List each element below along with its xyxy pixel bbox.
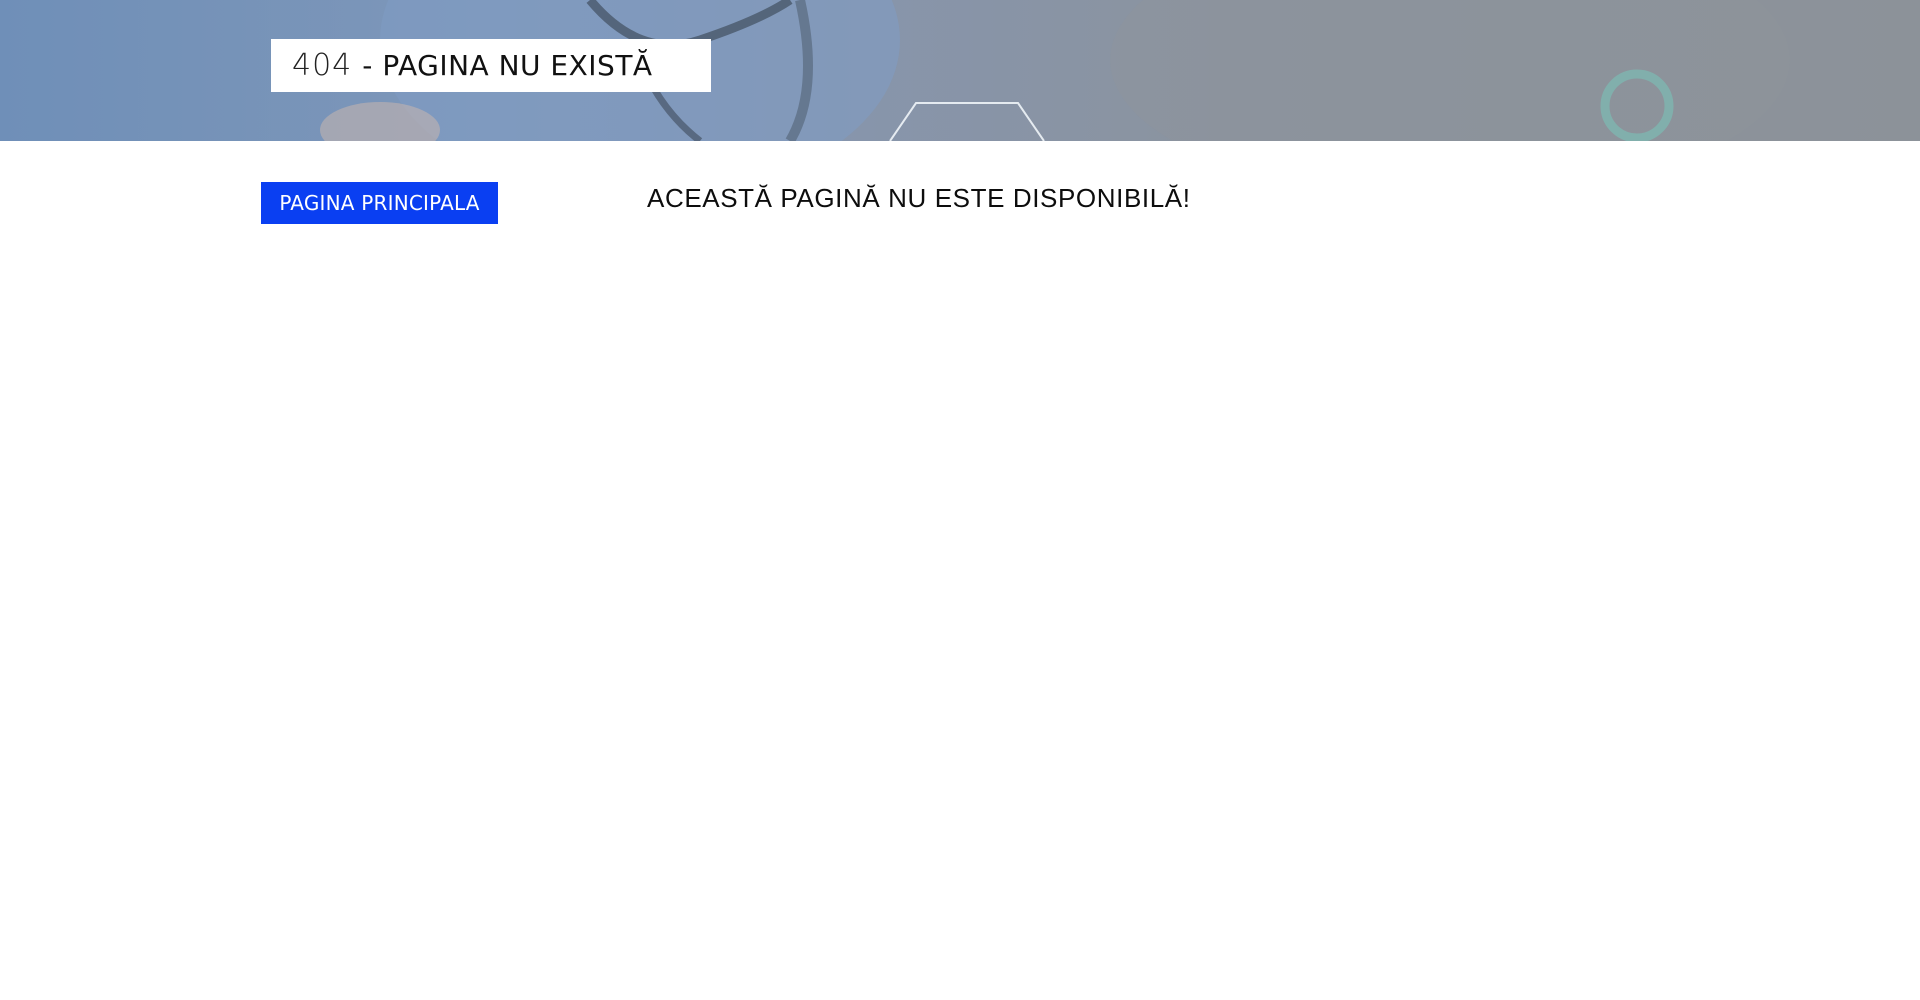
not-available-message: ACEASTĂ PAGINĂ NU ESTE DISPONIBILĂ! [647, 183, 1191, 213]
home-page-button[interactable]: PAGINA PRINCIPALA [261, 182, 498, 224]
page-title-box: 404 - PAGINA NU EXISTĂ [271, 39, 711, 92]
page-title: PAGINA NU EXISTĂ [382, 49, 653, 82]
error-code: 404 [292, 48, 353, 83]
title-separator: - [362, 49, 373, 82]
hero-banner: 404 - PAGINA NU EXISTĂ [0, 0, 1920, 141]
